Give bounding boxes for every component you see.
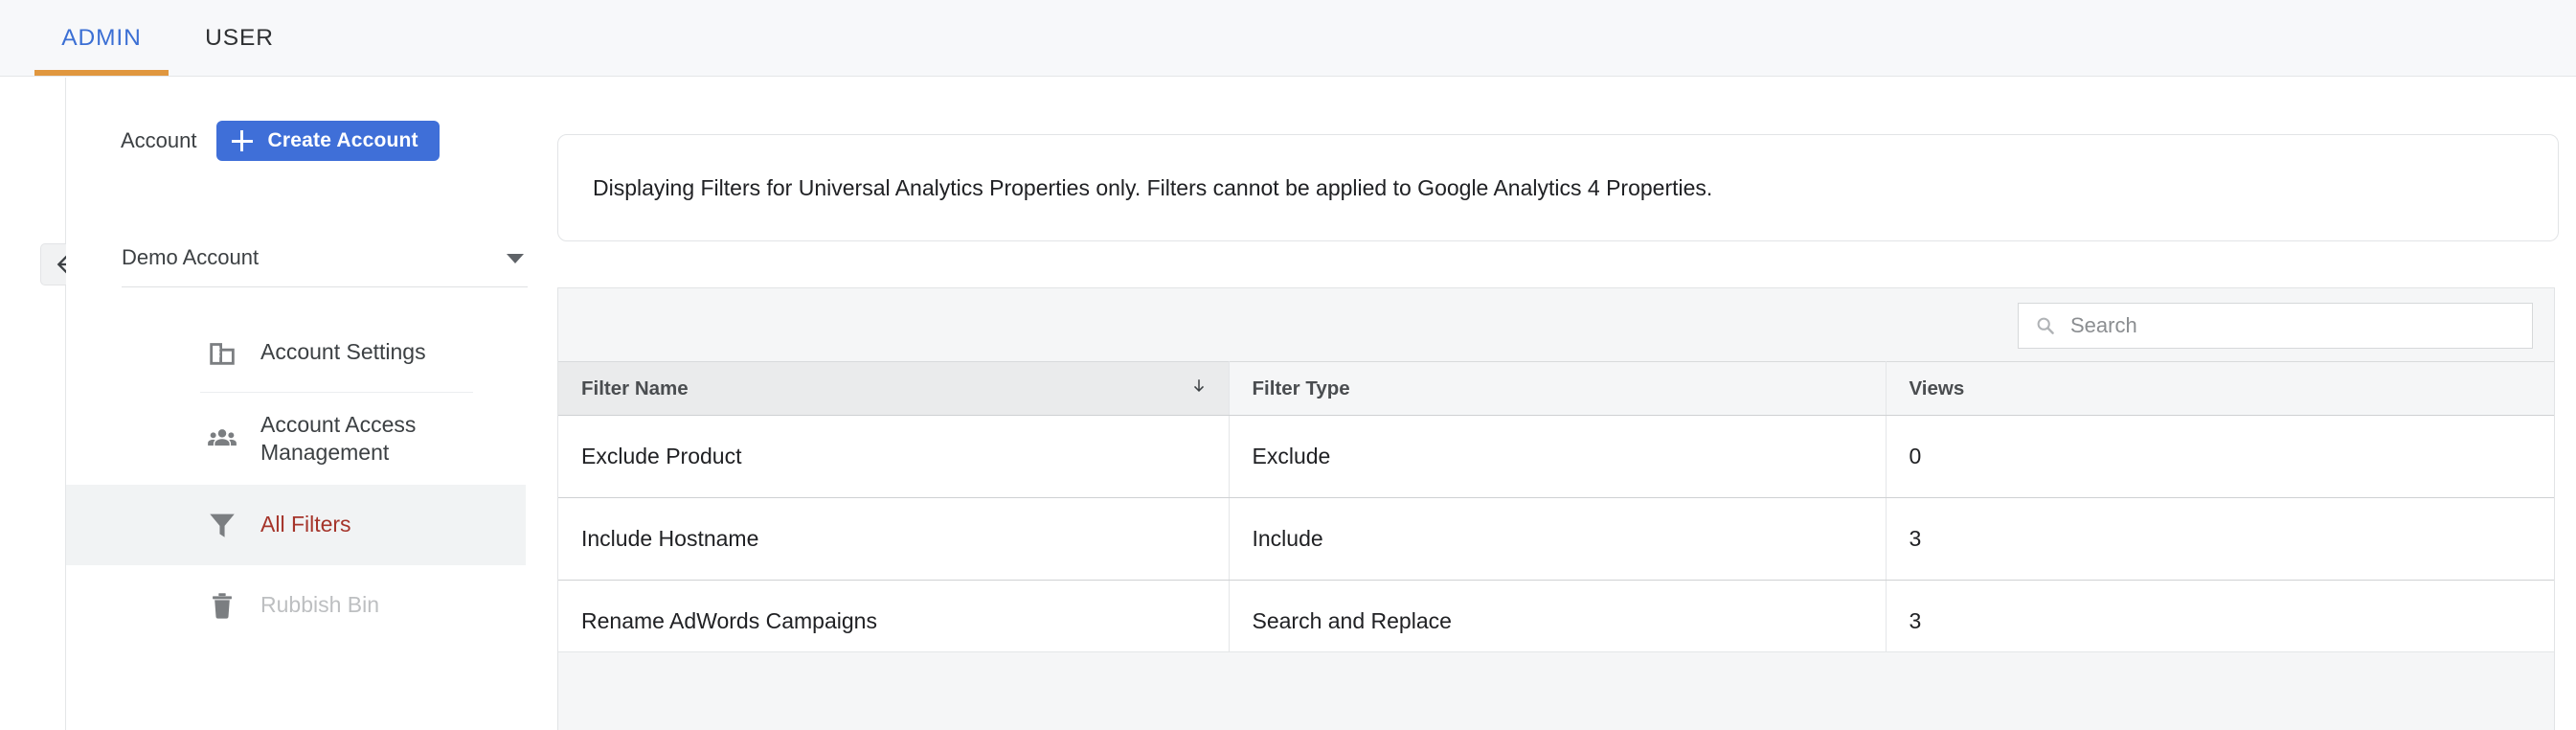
search-icon xyxy=(2034,314,2057,337)
column-header-filter-type[interactable]: Filter Type xyxy=(1229,361,1887,416)
column-header-label: Filter Type xyxy=(1252,376,1350,399)
sidebar-item-account-settings[interactable]: Account Settings xyxy=(66,312,526,393)
sidebar-item-label: Account Settings xyxy=(260,339,426,365)
sidebar-item-label: Rubbish Bin xyxy=(260,592,380,618)
sidebar-item-rubbish-bin[interactable]: Rubbish Bin xyxy=(66,565,526,646)
filters-table-panel: Filter Name Filter Type Views Exclude Pr xyxy=(557,287,2555,730)
people-icon xyxy=(203,420,241,458)
table-body: Exclude Product Exclude 0 Include Hostna… xyxy=(558,415,2554,663)
sidebar-item-label: All Filters xyxy=(260,512,351,537)
plus-icon xyxy=(231,130,253,151)
table-header: Filter Name Filter Type Views xyxy=(558,361,2554,416)
column-header-filter-name[interactable]: Filter Name xyxy=(558,361,1230,416)
building-icon xyxy=(203,333,241,372)
cell-views: 0 xyxy=(1886,415,2554,498)
cell-filter-name[interactable]: Rename AdWords Campaigns xyxy=(558,580,1230,663)
tab-user-label: USER xyxy=(205,25,274,51)
cell-filter-name[interactable]: Include Hostname xyxy=(558,497,1230,581)
admin-sidebar: Account Create Account Demo Account Acco… xyxy=(66,78,528,730)
table-toolbar xyxy=(558,288,2554,361)
account-label: Account xyxy=(121,128,197,152)
banner-message: Displaying Filters for Universal Analyti… xyxy=(593,174,1713,200)
active-tab-indicator xyxy=(34,70,169,76)
account-selector[interactable]: Demo Account xyxy=(122,245,528,287)
cell-views: 3 xyxy=(1886,580,2554,663)
sidebar-item-account-access-management[interactable]: Account Access Management xyxy=(66,393,526,485)
top-tab-bar: ADMIN USER xyxy=(0,0,2576,77)
table-header-row: Filter Name Filter Type Views xyxy=(558,361,2554,416)
selected-account-label: Demo Account xyxy=(122,245,260,269)
search-box[interactable] xyxy=(2018,303,2533,349)
tab-admin[interactable]: ADMIN xyxy=(34,0,169,77)
table-row[interactable]: Exclude Product Exclude 0 xyxy=(558,415,2554,498)
sidebar-item-all-filters[interactable]: All Filters xyxy=(66,485,526,565)
search-input[interactable] xyxy=(2068,312,2532,339)
account-header-row: Account Create Account xyxy=(121,121,440,161)
create-account-label: Create Account xyxy=(267,129,418,151)
cell-filter-type: Include xyxy=(1229,497,1887,581)
cell-filter-type: Search and Replace xyxy=(1229,580,1887,663)
sidebar-nav-list: Account Settings Account Access Manageme… xyxy=(66,312,526,646)
create-account-button[interactable]: Create Account xyxy=(215,121,440,161)
arrow-down-icon xyxy=(1190,377,1208,400)
tab-admin-label: ADMIN xyxy=(61,25,142,51)
tab-user[interactable]: USER xyxy=(172,0,306,77)
column-header-views[interactable]: Views xyxy=(1886,361,2554,416)
filters-table: Filter Name Filter Type Views Exclude Pr xyxy=(558,361,2554,663)
filters-notice-banner: Displaying Filters for Universal Analyti… xyxy=(557,134,2559,241)
caret-down-icon xyxy=(507,254,524,263)
funnel-icon xyxy=(203,506,241,544)
cell-views: 3 xyxy=(1886,497,2554,581)
cell-filter-name[interactable]: Exclude Product xyxy=(558,415,1230,498)
table-row[interactable]: Include Hostname Include 3 xyxy=(558,497,2554,581)
trash-icon xyxy=(203,586,241,625)
column-header-label: Filter Name xyxy=(581,376,689,399)
cell-filter-type: Exclude xyxy=(1229,415,1887,498)
column-header-label: Views xyxy=(1909,376,1965,399)
sidebar-item-label: Account Access Management xyxy=(260,411,417,465)
table-footer xyxy=(558,651,2554,730)
table-row[interactable]: Rename AdWords Campaigns Search and Repl… xyxy=(558,580,2554,663)
